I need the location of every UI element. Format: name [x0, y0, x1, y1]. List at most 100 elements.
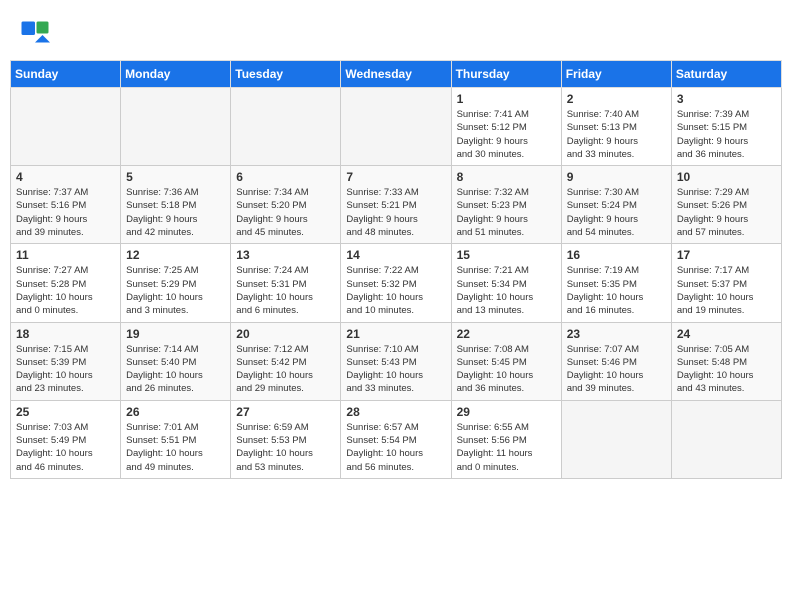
day-number: 8: [457, 170, 556, 184]
weekday-header-row: SundayMondayTuesdayWednesdayThursdayFrid…: [11, 61, 782, 88]
day-info: Sunrise: 7:22 AM Sunset: 5:32 PM Dayligh…: [346, 264, 445, 317]
day-info: Sunrise: 7:25 AM Sunset: 5:29 PM Dayligh…: [126, 264, 225, 317]
calendar-cell: 28Sunrise: 6:57 AM Sunset: 5:54 PM Dayli…: [341, 400, 451, 478]
day-info: Sunrise: 7:14 AM Sunset: 5:40 PM Dayligh…: [126, 343, 225, 396]
day-info: Sunrise: 7:39 AM Sunset: 5:15 PM Dayligh…: [677, 108, 776, 161]
day-number: 25: [16, 405, 115, 419]
logo-icon: [20, 20, 50, 50]
calendar-cell: 27 Sunrise: 6:59 AM Sunset: 5:53 PM Dayli…: [231, 400, 341, 478]
week-row-2: 4 Sunrise: 7:37 AM Sunset: 5:16 PM Daylig…: [11, 166, 782, 244]
calendar-cell: 1 Sunrise: 7:41 AM Sunset: 5:12 PM Daylig…: [451, 88, 561, 166]
day-info: Sunrise: 7:15 AM Sunset: 5:39 PM Dayligh…: [16, 343, 115, 396]
day-number: 17: [677, 248, 776, 262]
day-number: 21: [346, 327, 445, 341]
day-info: Sunrise: 7:12 AM Sunset: 5:42 PM Dayligh…: [236, 343, 335, 396]
day-info: Sunrise: 7:30 AM Sunset: 5:24 PM Dayligh…: [567, 186, 666, 239]
day-info: Sunrise: 7:27 AM Sunset: 5:28 PM Dayligh…: [16, 264, 115, 317]
calendar-cell: 19 Sunrise: 7:14 AM Sunset: 5:40 PM Dayli…: [121, 322, 231, 400]
calendar-cell: 22 Sunrise: 7:08 AM Sunset: 5:45 PM Dayli…: [451, 322, 561, 400]
calendar-cell: 18 Sunrise: 7:15 AM Sunset: 5:39 PM Dayli…: [11, 322, 121, 400]
day-number: 28: [346, 405, 445, 419]
calendar-cell: 15 Sunrise: 7:21 AM Sunset: 5:34 PM Dayli…: [451, 244, 561, 322]
logo: [20, 20, 55, 50]
day-info: Sunrise: 7:17 AM Sunset: 5:37 PM Dayligh…: [677, 264, 776, 317]
calendar-cell: 23 Sunrise: 7:07 AM Sunset: 5:46 PM Dayli…: [561, 322, 671, 400]
day-number: 19: [126, 327, 225, 341]
weekday-header-friday: Friday: [561, 61, 671, 88]
calendar-cell: 7Sunrise: 7:33 AM Sunset: 5:21 PM Daylig…: [341, 166, 451, 244]
day-number: 4: [16, 170, 115, 184]
day-number: 6: [236, 170, 335, 184]
day-number: 2: [567, 92, 666, 106]
day-info: Sunrise: 7:33 AM Sunset: 5:21 PM Dayligh…: [346, 186, 445, 239]
calendar-cell: 13 Sunrise: 7:24 AM Sunset: 5:31 PM Dayli…: [231, 244, 341, 322]
calendar-cell: 24 Sunrise: 7:05 AM Sunset: 5:48 PM Dayli…: [671, 322, 781, 400]
week-row-1: 1 Sunrise: 7:41 AM Sunset: 5:12 PM Daylig…: [11, 88, 782, 166]
calendar-cell: 9 Sunrise: 7:30 AM Sunset: 5:24 PM Daylig…: [561, 166, 671, 244]
day-info: Sunrise: 7:36 AM Sunset: 5:18 PM Dayligh…: [126, 186, 225, 239]
day-info: Sunrise: 7:21 AM Sunset: 5:34 PM Dayligh…: [457, 264, 556, 317]
calendar-header: [10, 10, 782, 55]
calendar-cell: 3 Sunrise: 7:39 AM Sunset: 5:15 PM Daylig…: [671, 88, 781, 166]
day-number: 29: [457, 405, 556, 419]
day-number: 1: [457, 92, 556, 106]
day-number: 18: [16, 327, 115, 341]
calendar-cell: 12 Sunrise: 7:25 AM Sunset: 5:29 PM Dayli…: [121, 244, 231, 322]
day-number: 22: [457, 327, 556, 341]
calendar-cell: 25Sunrise: 7:03 AM Sunset: 5:49 PM Dayli…: [11, 400, 121, 478]
day-number: 10: [677, 170, 776, 184]
calendar-cell: 21 Sunrise: 7:10 AM Sunset: 5:43 PM Dayli…: [341, 322, 451, 400]
day-info: Sunrise: 7:40 AM Sunset: 5:13 PM Dayligh…: [567, 108, 666, 161]
day-info: Sunrise: 6:55 AM Sunset: 5:56 PM Dayligh…: [457, 421, 556, 474]
day-number: 20: [236, 327, 335, 341]
day-number: 26: [126, 405, 225, 419]
week-row-4: 18 Sunrise: 7:15 AM Sunset: 5:39 PM Dayli…: [11, 322, 782, 400]
calendar-cell: 17 Sunrise: 7:17 AM Sunset: 5:37 PM Dayli…: [671, 244, 781, 322]
day-info: Sunrise: 7:08 AM Sunset: 5:45 PM Dayligh…: [457, 343, 556, 396]
calendar-cell: 29 Sunrise: 6:55 AM Sunset: 5:56 PM Dayli…: [451, 400, 561, 478]
day-info: Sunrise: 7:41 AM Sunset: 5:12 PM Dayligh…: [457, 108, 556, 161]
day-info: Sunrise: 7:10 AM Sunset: 5:43 PM Dayligh…: [346, 343, 445, 396]
day-info: Sunrise: 6:59 AM Sunset: 5:53 PM Dayligh…: [236, 421, 335, 474]
day-number: 3: [677, 92, 776, 106]
calendar-cell: 8 Sunrise: 7:32 AM Sunset: 5:23 PM Daylig…: [451, 166, 561, 244]
weekday-header-saturday: Saturday: [671, 61, 781, 88]
weekday-header-monday: Monday: [121, 61, 231, 88]
week-row-3: 11Sunrise: 7:27 AM Sunset: 5:28 PM Dayli…: [11, 244, 782, 322]
calendar-cell: 20 Sunrise: 7:12 AM Sunset: 5:42 PM Dayli…: [231, 322, 341, 400]
day-number: 5: [126, 170, 225, 184]
weekday-header-thursday: Thursday: [451, 61, 561, 88]
calendar-cell: 2 Sunrise: 7:40 AM Sunset: 5:13 PM Daylig…: [561, 88, 671, 166]
calendar-cell: 10 Sunrise: 7:29 AM Sunset: 5:26 PM Dayli…: [671, 166, 781, 244]
calendar-cell: [231, 88, 341, 166]
calendar-cell: [341, 88, 451, 166]
day-number: 12: [126, 248, 225, 262]
day-info: Sunrise: 7:05 AM Sunset: 5:48 PM Dayligh…: [677, 343, 776, 396]
calendar-cell: 4 Sunrise: 7:37 AM Sunset: 5:16 PM Daylig…: [11, 166, 121, 244]
day-number: 9: [567, 170, 666, 184]
day-info: Sunrise: 7:37 AM Sunset: 5:16 PM Dayligh…: [16, 186, 115, 239]
day-info: Sunrise: 7:32 AM Sunset: 5:23 PM Dayligh…: [457, 186, 556, 239]
day-number: 24: [677, 327, 776, 341]
calendar-cell: 5 Sunrise: 7:36 AM Sunset: 5:18 PM Daylig…: [121, 166, 231, 244]
calendar-cell: 6 Sunrise: 7:34 AM Sunset: 5:20 PM Daylig…: [231, 166, 341, 244]
day-number: 27: [236, 405, 335, 419]
calendar-table: SundayMondayTuesdayWednesdayThursdayFrid…: [10, 60, 782, 479]
day-info: Sunrise: 7:19 AM Sunset: 5:35 PM Dayligh…: [567, 264, 666, 317]
day-info: Sunrise: 7:24 AM Sunset: 5:31 PM Dayligh…: [236, 264, 335, 317]
day-info: Sunrise: 7:01 AM Sunset: 5:51 PM Dayligh…: [126, 421, 225, 474]
day-number: 13: [236, 248, 335, 262]
day-number: 16: [567, 248, 666, 262]
day-info: Sunrise: 7:07 AM Sunset: 5:46 PM Dayligh…: [567, 343, 666, 396]
day-number: 15: [457, 248, 556, 262]
calendar-cell: [11, 88, 121, 166]
calendar-cell: 14Sunrise: 7:22 AM Sunset: 5:32 PM Dayli…: [341, 244, 451, 322]
week-row-5: 25Sunrise: 7:03 AM Sunset: 5:49 PM Dayli…: [11, 400, 782, 478]
calendar-cell: [561, 400, 671, 478]
weekday-header-tuesday: Tuesday: [231, 61, 341, 88]
day-info: Sunrise: 7:29 AM Sunset: 5:26 PM Dayligh…: [677, 186, 776, 239]
calendar-cell: [671, 400, 781, 478]
weekday-header-wednesday: Wednesday: [341, 61, 451, 88]
day-number: 23: [567, 327, 666, 341]
day-info: Sunrise: 7:34 AM Sunset: 5:20 PM Dayligh…: [236, 186, 335, 239]
